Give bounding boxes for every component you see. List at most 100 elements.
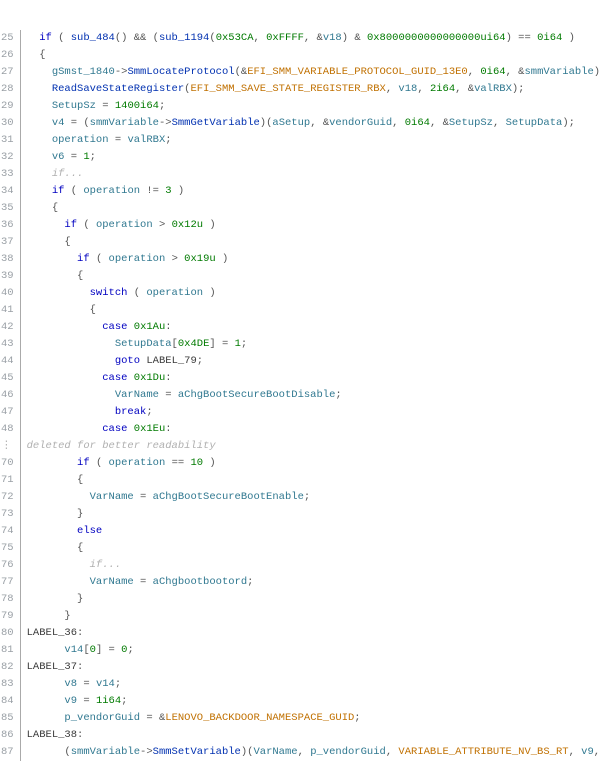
code-content[interactable]: v6 = 1;	[20, 149, 600, 166]
line-number: 80	[0, 625, 20, 642]
line-number: 48	[0, 421, 20, 438]
code-content[interactable]: SetupData[0x4DE] = 1;	[20, 336, 600, 353]
code-line[interactable]: 42 case 0x1Au:	[0, 319, 600, 336]
line-number: 84	[0, 693, 20, 710]
code-content[interactable]: v9 = 1i64;	[20, 693, 600, 710]
code-content[interactable]: }	[20, 591, 600, 608]
code-content[interactable]: {	[20, 234, 600, 251]
code-content[interactable]: {	[20, 268, 600, 285]
line-number: 28	[0, 81, 20, 98]
code-content[interactable]: gSmst_1840->SmmLocateProtocol(&EFI_SMM_V…	[20, 64, 600, 81]
code-content[interactable]: goto LABEL_79;	[20, 353, 600, 370]
code-line[interactable]: 28 ReadSaveStateRegister(EFI_SMM_SAVE_ST…	[0, 81, 600, 98]
code-line[interactable]: 70 if ( operation == 10 )	[0, 455, 600, 472]
code-line[interactable]: 46 VarName = aChgBootSecureBootDisable;	[0, 387, 600, 404]
line-number: 75	[0, 540, 20, 557]
code-line[interactable]: 32 v6 = 1;	[0, 149, 600, 166]
code-content[interactable]: if ( sub_484() && (sub_1194(0x53CA, 0xFF…	[20, 30, 600, 47]
code-content[interactable]: if ( operation == 10 )	[20, 455, 600, 472]
code-line[interactable]: 78 }	[0, 591, 600, 608]
code-line[interactable]: 29 SetupSz = 1400i64;	[0, 98, 600, 115]
code-content[interactable]: v4 = (smmVariable->SmmGetVariable)(aSetu…	[20, 115, 600, 132]
code-content[interactable]: if...	[20, 166, 600, 183]
code-line[interactable]: 79 }	[0, 608, 600, 625]
code-content[interactable]: switch ( operation )	[20, 285, 600, 302]
line-number: 35	[0, 200, 20, 217]
code-line[interactable]: 27 gSmst_1840->SmmLocateProtocol(&EFI_SM…	[0, 64, 600, 81]
code-line[interactable]: 45 case 0x1Du:	[0, 370, 600, 387]
line-number: 76	[0, 557, 20, 574]
code-line[interactable]: 43 SetupData[0x4DE] = 1;	[0, 336, 600, 353]
code-line[interactable]: 82LABEL_37:	[0, 659, 600, 676]
code-line[interactable]: 86LABEL_38:	[0, 727, 600, 744]
code-line[interactable]: 30 v4 = (smmVariable->SmmGetVariable)(aS…	[0, 115, 600, 132]
code-line[interactable]: 37 {	[0, 234, 600, 251]
code-content[interactable]: v8 = v14;	[20, 676, 600, 693]
code-line[interactable]: 39 {	[0, 268, 600, 285]
code-line[interactable]: 41 {	[0, 302, 600, 319]
code-content[interactable]: {	[20, 472, 600, 489]
code-line[interactable]: 34 if ( operation != 3 )	[0, 183, 600, 200]
code-line[interactable]: 25 if ( sub_484() && (sub_1194(0x53CA, 0…	[0, 30, 600, 47]
line-number: 33	[0, 166, 20, 183]
code-content[interactable]: VarName = aChgbootbootord;	[20, 574, 600, 591]
code-content[interactable]: if ( operation > 0x19u )	[20, 251, 600, 268]
line-number: 85	[0, 710, 20, 727]
code-content[interactable]: }	[20, 506, 600, 523]
line-number: 70	[0, 455, 20, 472]
code-content[interactable]: VarName = aChgBootSecureBootEnable;	[20, 489, 600, 506]
code-line[interactable]: 33 if...	[0, 166, 600, 183]
code-line[interactable]: 87 (smmVariable->SmmSetVariable)(VarName…	[0, 744, 600, 761]
code-content[interactable]: VarName = aChgBootSecureBootDisable;	[20, 387, 600, 404]
code-content[interactable]: p_vendorGuid = &LENOVO_BACKDOOR_NAMESPAC…	[20, 710, 600, 727]
code-line[interactable]: 35 {	[0, 200, 600, 217]
decompiler-view[interactable]: 25 if ( sub_484() && (sub_1194(0x53CA, 0…	[0, 0, 600, 776]
code-content[interactable]: {	[20, 540, 600, 557]
code-content[interactable]: LABEL_37:	[20, 659, 600, 676]
line-number: 25	[0, 30, 20, 47]
code-content[interactable]: ReadSaveStateRegister(EFI_SMM_SAVE_STATE…	[20, 81, 600, 98]
code-content[interactable]: else	[20, 523, 600, 540]
code-content[interactable]: break;	[20, 404, 600, 421]
code-content[interactable]: if...	[20, 557, 600, 574]
code-line[interactable]: 71 {	[0, 472, 600, 489]
code-line[interactable]: 85 p_vendorGuid = &LENOVO_BACKDOOR_NAMES…	[0, 710, 600, 727]
code-content[interactable]: v14[0] = 0;	[20, 642, 600, 659]
code-line[interactable]: 81 v14[0] = 0;	[0, 642, 600, 659]
code-line[interactable]: 38 if ( operation > 0x19u )	[0, 251, 600, 268]
code-line[interactable]: 72 VarName = aChgBootSecureBootEnable;	[0, 489, 600, 506]
code-line[interactable]: 31 operation = valRBX;	[0, 132, 600, 149]
code-content[interactable]: case 0x1Du:	[20, 370, 600, 387]
line-number: 79	[0, 608, 20, 625]
code-line[interactable]: 80LABEL_36:	[0, 625, 600, 642]
code-content[interactable]: if ( operation != 3 )	[20, 183, 600, 200]
code-content[interactable]: }	[20, 608, 600, 625]
code-content[interactable]: if ( operation > 0x12u )	[20, 217, 600, 234]
line-number: 71	[0, 472, 20, 489]
code-line[interactable]: 44 goto LABEL_79;	[0, 353, 600, 370]
line-number: 78	[0, 591, 20, 608]
code-line[interactable]: 84 v9 = 1i64;	[0, 693, 600, 710]
line-number: 39	[0, 268, 20, 285]
code-content[interactable]: case 0x1Eu:	[20, 421, 600, 438]
code-line[interactable]: 83 v8 = v14;	[0, 676, 600, 693]
code-line[interactable]: 47 break;	[0, 404, 600, 421]
code-content[interactable]: case 0x1Au:	[20, 319, 600, 336]
code-line[interactable]: 40 switch ( operation )	[0, 285, 600, 302]
code-content[interactable]: LABEL_36:	[20, 625, 600, 642]
code-content[interactable]: SetupSz = 1400i64;	[20, 98, 600, 115]
code-line[interactable]: 48 case 0x1Eu:	[0, 421, 600, 438]
code-content[interactable]: {	[20, 47, 600, 64]
code-line[interactable]: 77 VarName = aChgbootbootord;	[0, 574, 600, 591]
code-content[interactable]: LABEL_38:	[20, 727, 600, 744]
code-content[interactable]: (smmVariable->SmmSetVariable)(VarName, p…	[20, 744, 600, 761]
code-content[interactable]: {	[20, 200, 600, 217]
code-line[interactable]: 75 {	[0, 540, 600, 557]
code-line[interactable]: 76 if...	[0, 557, 600, 574]
code-line[interactable]: 73 }	[0, 506, 600, 523]
code-line[interactable]: 26 {	[0, 47, 600, 64]
code-line[interactable]: 36 if ( operation > 0x12u )	[0, 217, 600, 234]
code-content[interactable]: {	[20, 302, 600, 319]
code-content[interactable]: operation = valRBX;	[20, 132, 600, 149]
code-line[interactable]: 74 else	[0, 523, 600, 540]
